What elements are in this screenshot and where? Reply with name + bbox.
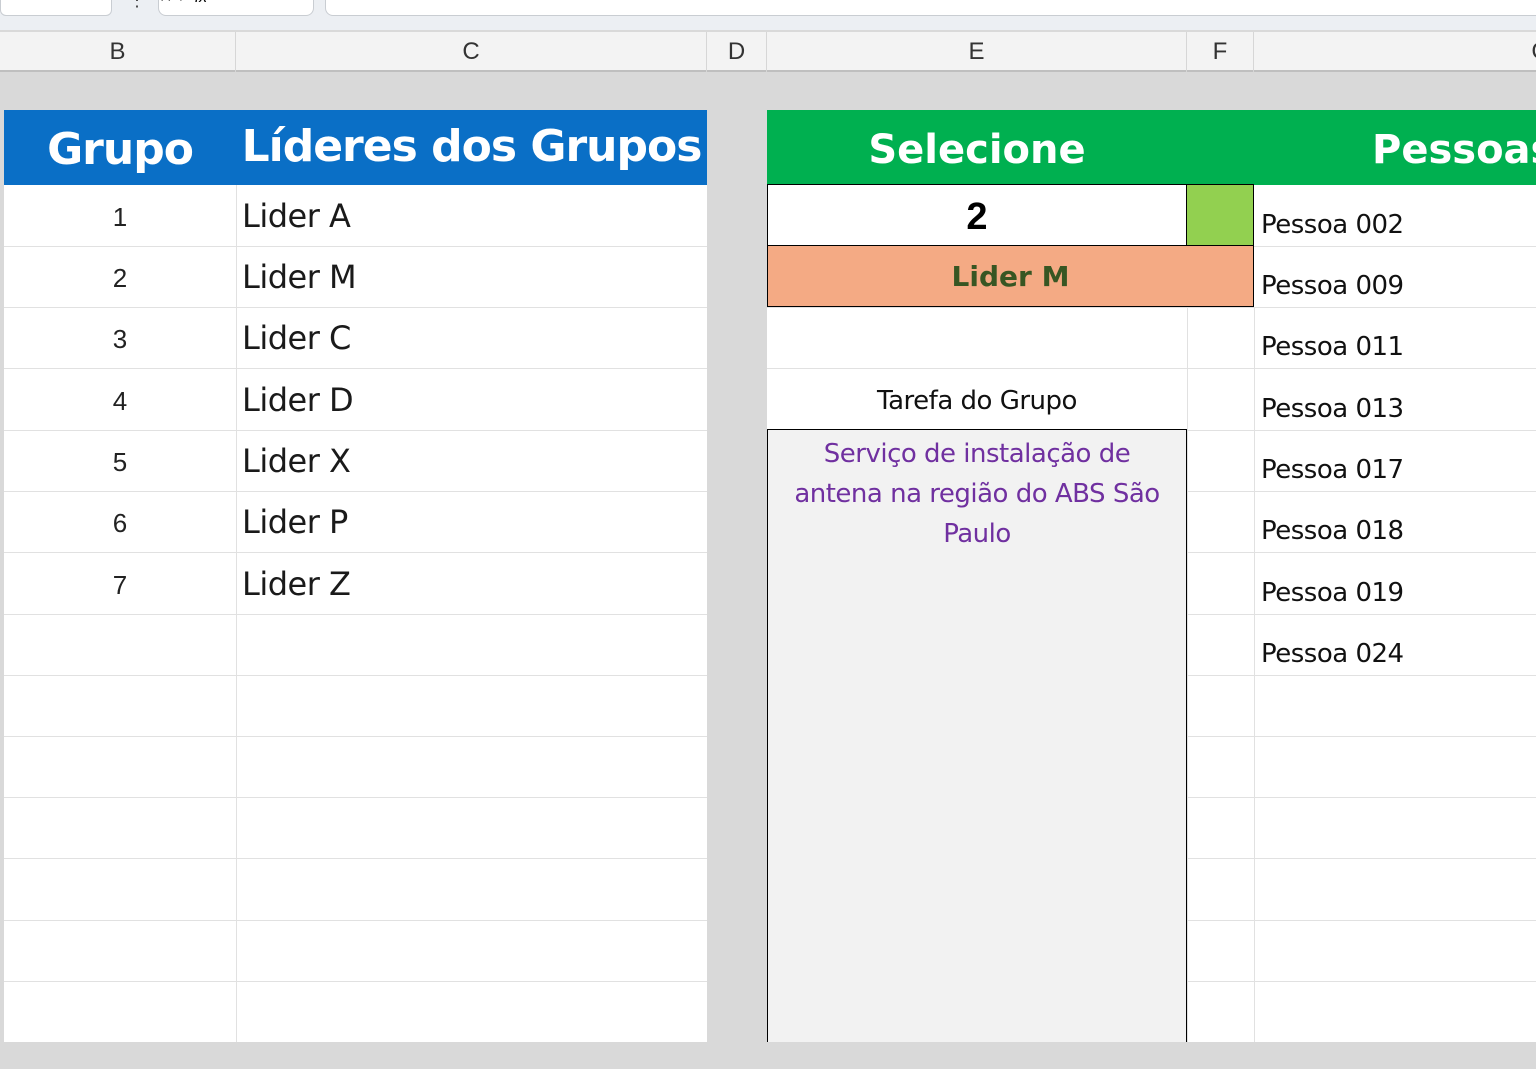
leader-name-cell[interactable]: Lider P [242,491,702,552]
leader-name-cell[interactable]: Lider A [242,185,702,246]
confirm-icon[interactable]: ✓ [177,0,190,6]
gridline [1187,858,1536,859]
group-number-cell[interactable]: 6 [4,491,236,552]
more-options-icon[interactable]: ⋮ [128,0,146,10]
gridline [1187,920,1536,921]
group-number-cell[interactable]: 4 [4,369,236,430]
selection-indicator-cell[interactable] [1186,184,1254,246]
person-cell[interactable]: Pessoa 013 [1261,369,1536,430]
header-grupo[interactable]: Grupo [4,110,236,185]
leader-name-cell[interactable]: Lider D [242,369,702,430]
header-selecione[interactable]: Selecione [767,110,1187,185]
column-header-row: B C D E F G [0,32,1536,72]
header-lideres[interactable]: Líderes dos Grupos [236,110,707,185]
column-header-g[interactable]: G [1254,32,1536,72]
gridline [1187,736,1536,737]
column-header-f[interactable]: F [1187,32,1254,72]
person-cell[interactable]: Pessoa 009 [1261,246,1536,307]
formula-controls: ✕ ✓ fx [158,0,314,16]
gridline [4,981,707,982]
fx-icon[interactable]: fx [195,0,207,6]
column-header-d[interactable]: D [707,32,767,72]
cancel-icon[interactable]: ✕ [159,0,172,6]
name-box[interactable] [0,0,112,16]
group-select-cell[interactable]: 2 [767,184,1187,246]
gridline [4,736,707,737]
group-number-cell[interactable]: 3 [4,307,236,368]
gridline [767,368,1187,369]
gridline [236,185,237,1042]
sheet-bottom-margin [0,1042,1536,1069]
header-pessoas[interactable]: Pessoas [1254,110,1536,185]
gridline [1187,797,1536,798]
leader-name-cell[interactable]: Lider Z [242,553,702,614]
column-header-b[interactable]: B [0,32,236,72]
group-number-cell[interactable]: 7 [4,553,236,614]
formula-input[interactable] [325,0,1536,16]
gridline [1254,307,1255,1042]
leader-name-cell[interactable]: Lider M [242,246,702,307]
column-header-c[interactable]: C [236,32,707,72]
person-cell[interactable]: Pessoa 011 [1261,307,1536,368]
formula-bar: ✕ ✓ fx ⋮ [0,0,1536,30]
group-number-cell[interactable]: 5 [4,430,236,491]
gridline [4,675,707,676]
person-cell[interactable]: Pessoa 018 [1261,491,1536,552]
group-number-cell[interactable]: 1 [4,185,236,246]
gridline [1187,675,1536,676]
gridline [4,797,707,798]
group-number-cell[interactable]: 2 [4,246,236,307]
leader-name-cell[interactable]: Lider C [242,307,702,368]
person-cell[interactable]: Pessoa 019 [1261,553,1536,614]
gridline [1187,981,1536,982]
gridline [4,920,707,921]
gridline [4,858,707,859]
task-description-cell[interactable]: Serviço de instalação de antena na regiã… [767,429,1187,1043]
selected-leader-cell[interactable]: Lider M [767,245,1254,307]
person-cell[interactable]: Pessoa 017 [1261,430,1536,491]
column-header-e[interactable]: E [767,32,1187,72]
gridline [1187,307,1188,1042]
leader-name-cell[interactable]: Lider X [242,430,702,491]
gridline [4,614,707,615]
person-cell[interactable]: Pessoa 024 [1261,614,1536,675]
task-label-cell[interactable]: Tarefa do Grupo [767,370,1187,431]
person-cell[interactable]: Pessoa 002 [1261,185,1536,246]
